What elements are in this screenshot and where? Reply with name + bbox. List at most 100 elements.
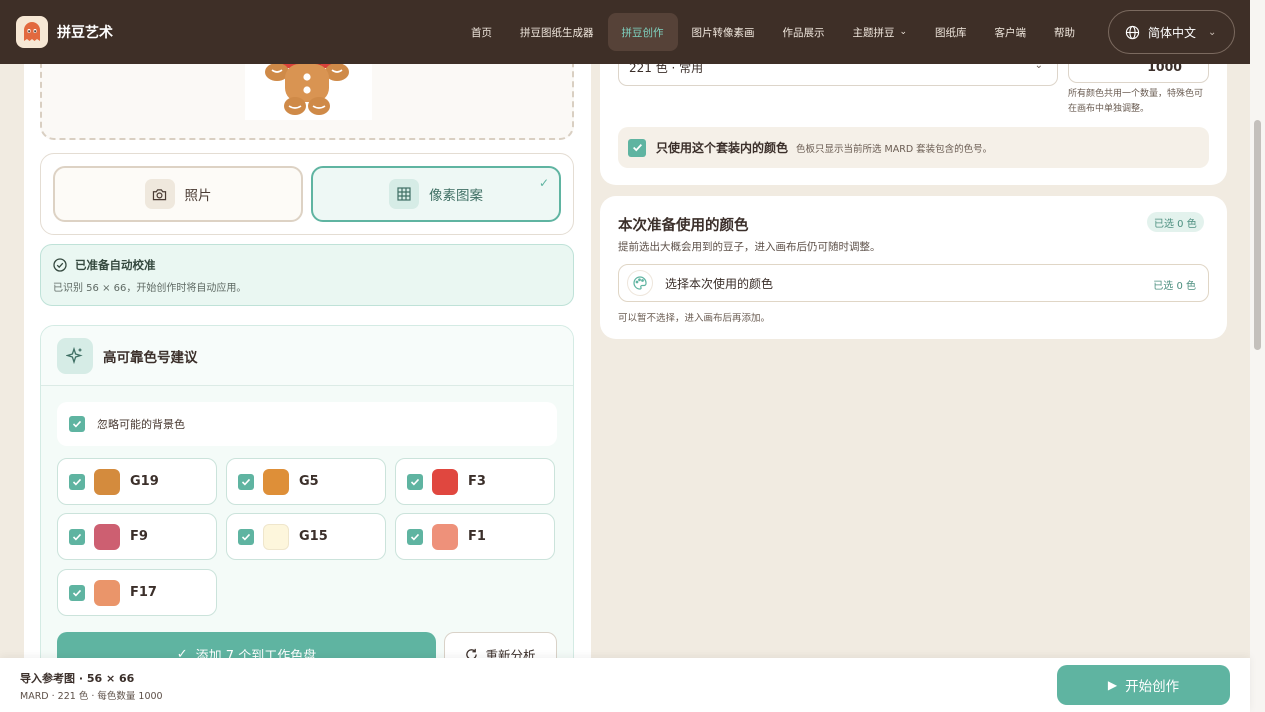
color-chip-f1[interactable]: F1 (395, 513, 555, 560)
color-code: G5 (299, 474, 319, 489)
calibration-title: 已准备自动校准 (75, 258, 156, 272)
nav-label: 帮助 (1054, 26, 1076, 39)
ignore-background-checkbox[interactable]: 忽略可能的背景色 (57, 402, 557, 446)
reanalyze-button[interactable]: 重新分析 (444, 632, 557, 658)
only-set-description: 色板只显示当前所选 MARD 套装包含的色号。 (796, 143, 993, 155)
planned-colors-title: 本次准备使用的颜色 (618, 218, 749, 234)
language-selector[interactable]: 简体中文 ⌄ (1108, 10, 1235, 54)
page-scrollbar-thumb[interactable] (1254, 120, 1261, 350)
color-chip-g5[interactable]: G5 (226, 458, 386, 505)
nav-label: 图纸库 (935, 26, 967, 39)
color-code: F3 (468, 474, 486, 489)
color-chip-g15[interactable]: G15 (226, 513, 386, 560)
chevron-down-icon: ⌄ (899, 27, 908, 37)
import-summary-title: 导入参考图 · 56 × 66 (20, 672, 135, 685)
bottom-action-bar: 导入参考图 · 56 × 66 MARD · 221 色 · 每色数量 1000… (0, 658, 1250, 712)
color-swatch (94, 579, 120, 606)
checkbox-checked-icon (628, 138, 646, 157)
color-swatch (432, 523, 458, 550)
choose-colors-label: 选择本次使用的颜色 (665, 276, 774, 291)
checkbox-checked-icon (69, 528, 85, 545)
nav-label: 拼豆图纸生成器 (520, 26, 594, 39)
start-creating-label: 开始创作 (1125, 679, 1180, 695)
checkmark-icon: ✓ (538, 176, 549, 190)
color-chip-f9[interactable]: F9 (57, 513, 217, 560)
nav-label: 作品展示 (782, 26, 825, 39)
nav-item-themes[interactable]: 主题拼豆 ⌄ (839, 13, 922, 51)
choose-colors-button[interactable]: 选择本次使用的颜色 已选 0 色 (618, 264, 1209, 302)
color-suggestion-panel: 高可靠色号建议 忽略可能的背景色 G19 G5 F3 F9 G15 F1 F17… (40, 325, 574, 658)
image-mode-selector: 照片 像素图案 ✓ (40, 153, 574, 235)
reanalyze-label: 重新分析 (485, 647, 536, 659)
nav-label: 图片转像素画 (691, 26, 755, 39)
mode-photo-button[interactable]: 照片 (53, 166, 303, 222)
grid-icon (389, 179, 419, 209)
main-nav: 首页 拼豆图纸生成器 拼豆创作 图片转像素画 作品展示 主题拼豆 ⌄ 图纸库 客户… (457, 0, 1089, 64)
color-chip-g19[interactable]: G19 (57, 458, 217, 505)
checkbox-checked-icon (238, 473, 254, 490)
color-chip-f17[interactable]: F17 (57, 569, 217, 616)
brand-name: 拼豆艺术 (57, 25, 113, 41)
checkmark-icon: ✓ (176, 646, 188, 659)
add-to-palette-button[interactable]: ✓ 添加 7 个到工作色盘 (57, 632, 436, 658)
quantity-note: 所有颜色共用一个数量，特殊色可在画布中单独调整。 (1068, 89, 1204, 114)
start-creating-button[interactable]: ▶ 开始创作 (1057, 665, 1230, 705)
mode-photo-label: 照片 (184, 188, 212, 204)
planned-colors-subtitle: 提前选出大概会用到的豆子，进入画布后仍可随时调整。 (618, 241, 881, 253)
color-code: F17 (130, 585, 157, 600)
globe-icon (1125, 25, 1140, 40)
nav-item-help[interactable]: 帮助 (1040, 13, 1089, 51)
import-summary-subtitle: MARD · 221 色 · 每色数量 1000 (20, 691, 163, 702)
checkbox-checked-icon (69, 584, 85, 601)
camera-icon (144, 179, 175, 209)
add-to-palette-label: 添加 7 个到工作色盘 (195, 648, 317, 659)
nav-label: 首页 (471, 26, 492, 39)
nav-label: 拼豆创作 (621, 26, 664, 39)
checkbox-checked-icon (69, 473, 85, 490)
mode-pixel-art-button[interactable]: 像素图案 ✓ (311, 166, 561, 222)
suggestion-title: 高可靠色号建议 (103, 349, 198, 366)
color-swatch (94, 523, 120, 550)
language-label: 简体中文 (1148, 25, 1197, 40)
image-upload-area[interactable] (40, 64, 574, 140)
color-code: G19 (130, 474, 159, 489)
color-swatch (94, 468, 120, 495)
selected-count-badge: 已选 0 色 (1147, 212, 1204, 232)
nav-item-generator[interactable]: 拼豆图纸生成器 (506, 13, 608, 51)
checkbox-checked-icon (69, 416, 85, 432)
color-code: F9 (130, 529, 148, 544)
nav-item-image-to-pixel[interactable]: 图片转像素画 (678, 13, 769, 51)
color-swatch (263, 468, 289, 495)
only-set-title: 只使用这个套装内的颜色 (656, 141, 789, 155)
page-scrollbar-track[interactable] (1250, 0, 1265, 712)
color-chip-f3[interactable]: F3 (395, 458, 555, 505)
refresh-icon (465, 648, 478, 658)
nav-label: 客户端 (994, 26, 1027, 39)
color-swatch (432, 468, 458, 495)
checkbox-checked-icon (407, 473, 423, 490)
left-panel: 照片 像素图案 ✓ 已准备自动校准 已识别 56 × 66，开始创作时将自动应用… (24, 64, 591, 658)
brand-logo-link[interactable]: 拼豆艺术 (16, 16, 113, 48)
nav-item-pattern-library[interactable]: 图纸库 (921, 13, 981, 51)
ghost-logo-icon (16, 16, 48, 48)
nav-item-gallery[interactable]: 作品展示 (769, 13, 839, 51)
choose-colors-count: 已选 0 色 (1153, 281, 1196, 292)
gingerbread-man-image (265, 64, 349, 115)
nav-item-client[interactable]: 客户端 (981, 13, 1041, 51)
mode-pixel-art-label: 像素图案 (429, 188, 483, 204)
planned-colors-card: 本次准备使用的颜色 已选 0 色 提前选出大概会用到的豆子，进入画布后仍可随时调… (600, 196, 1227, 339)
only-set-colors-checkbox[interactable]: 只使用这个套装内的颜色 色板只显示当前所选 MARD 套装包含的色号。 (618, 127, 1209, 168)
color-code: F1 (468, 529, 486, 544)
color-swatch (263, 523, 289, 550)
checkbox-checked-icon (407, 528, 423, 545)
planned-colors-note: 可以暂不选择，进入画布后再添加。 (618, 313, 771, 324)
sparkle-icon (57, 337, 93, 374)
nav-item-home[interactable]: 首页 (457, 13, 506, 51)
color-code: G15 (299, 529, 328, 544)
chevron-down-icon: ⌄ (1208, 26, 1217, 38)
reference-image-preview (245, 64, 372, 120)
palette-icon (627, 270, 653, 296)
checkbox-checked-icon (238, 528, 254, 545)
calibration-subtitle: 已识别 56 × 66，开始创作时将自动应用。 (53, 283, 247, 294)
nav-item-create[interactable]: 拼豆创作 (607, 13, 678, 51)
